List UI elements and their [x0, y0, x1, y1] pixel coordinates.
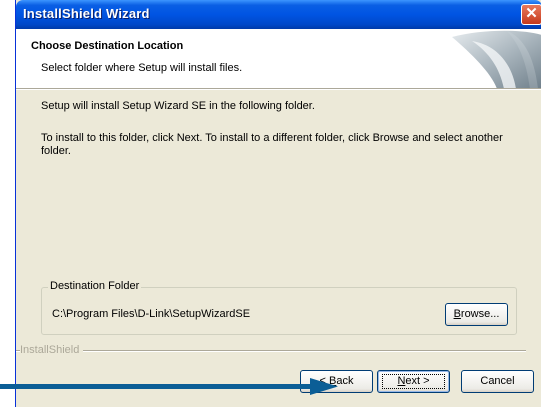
browse-label: rowse... — [460, 308, 500, 320]
browse-accel: B — [453, 308, 461, 320]
branding-rule — [16, 350, 526, 351]
destination-folder-group: Destination Folder C:\Program Files\D-Li… — [41, 280, 517, 335]
destination-folder-label: Destination Folder — [48, 280, 142, 292]
install-instructions-text: To install to this folder, click Next. T… — [41, 132, 503, 157]
wizard-header: Choose Destination Location Select folde… — [16, 29, 541, 89]
next-button[interactable]: Next > — [377, 370, 450, 393]
close-icon: ✕ — [525, 5, 538, 22]
installshield-header-graphic — [452, 30, 541, 88]
install-info-text: Setup will install Setup Wizard SE in th… — [41, 100, 315, 112]
page-title: Choose Destination Location — [31, 40, 184, 52]
browse-button[interactable]: Browse... — [445, 303, 508, 326]
header-divider — [16, 89, 541, 90]
focus-rectangle — [382, 374, 445, 389]
cancel-button[interactable]: Cancel — [461, 370, 534, 393]
branding-text: InstallShield — [20, 344, 84, 356]
installshield-branding: InstallShield — [16, 344, 541, 356]
destination-path: C:\Program Files\D-Link\SetupWizardSE — [52, 308, 251, 320]
annotation-arrow-icon — [0, 378, 338, 395]
close-button[interactable]: ✕ — [521, 4, 541, 25]
title-bar[interactable]: InstallShield Wizard ✕ — [16, 0, 541, 29]
page-subtitle: Select folder where Setup will install f… — [41, 62, 243, 74]
window-title: InstallShield Wizard — [23, 6, 150, 21]
installshield-wizard-window: InstallShield Wizard ✕ Choose Destinatio… — [15, 0, 541, 407]
